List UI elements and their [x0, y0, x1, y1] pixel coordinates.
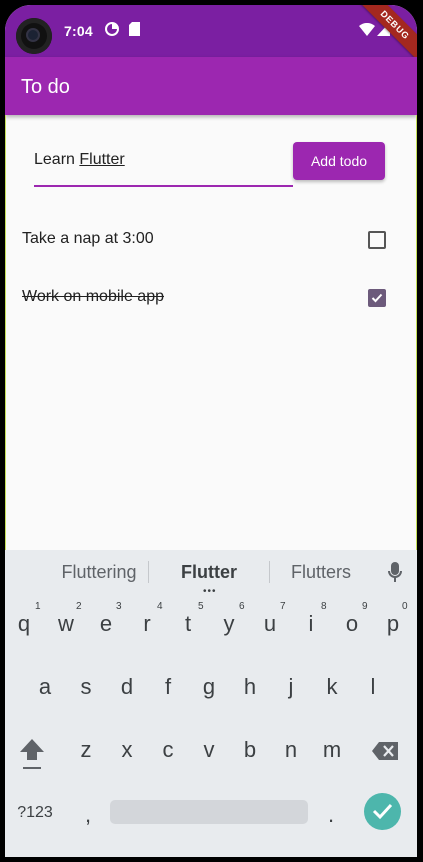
- key-hint: 0: [402, 601, 408, 612]
- suggestion-bar: Fluttering Flutter ••• Flutters: [5, 550, 417, 597]
- mic-icon[interactable]: [388, 562, 402, 589]
- space-key[interactable]: [110, 800, 308, 824]
- add-todo-button[interactable]: Add todo: [293, 142, 385, 180]
- key-p[interactable]: p: [381, 611, 405, 637]
- todo-item[interactable]: Work on mobile app: [6, 271, 417, 327]
- key-q[interactable]: q: [12, 611, 36, 637]
- key-d[interactable]: d: [115, 674, 139, 700]
- key-x[interactable]: x: [115, 737, 139, 763]
- soft-keyboard: Fluttering Flutter ••• Flutters q 1 w 2 …: [5, 550, 417, 857]
- key-hint: 7: [280, 601, 286, 612]
- suggestion-item[interactable]: Flutters: [281, 562, 361, 583]
- shift-icon[interactable]: [19, 738, 45, 777]
- screen: 7:04 DEBUG To do Learn Flutter Add todo …: [5, 5, 417, 857]
- key-e[interactable]: e: [94, 611, 118, 637]
- key-j[interactable]: j: [279, 674, 303, 700]
- todo-item-label: Take a nap at 3:00: [22, 230, 154, 247]
- key-r[interactable]: r: [135, 611, 159, 637]
- key-k[interactable]: k: [320, 674, 344, 700]
- todo-checkbox-checked[interactable]: [368, 289, 386, 307]
- key-hint: 9: [362, 601, 368, 612]
- key-hint: 1: [35, 601, 41, 612]
- key-a[interactable]: a: [33, 674, 57, 700]
- data-saver-icon: [105, 22, 119, 41]
- suggestion-item-primary[interactable]: Flutter: [169, 562, 249, 583]
- key-t[interactable]: t: [176, 611, 200, 637]
- key-f[interactable]: f: [156, 674, 180, 700]
- todo-input-composing-word: Flutter: [79, 151, 125, 168]
- key-hint: 4: [157, 601, 163, 612]
- suggestion-more-dots: •••: [203, 586, 217, 597]
- todo-input-value: Learn Flutter: [34, 151, 125, 169]
- app-bar: To do: [5, 57, 417, 115]
- enter-check-icon: [372, 803, 393, 820]
- suggestion-item[interactable]: Fluttering: [54, 562, 144, 583]
- period-key[interactable]: .: [321, 802, 341, 828]
- key-v[interactable]: v: [197, 737, 221, 763]
- suggestion-divider: [148, 561, 149, 583]
- camera-cutout: [16, 18, 52, 54]
- wifi-icon: [359, 22, 375, 41]
- key-y[interactable]: y: [217, 611, 241, 637]
- key-w[interactable]: w: [54, 611, 78, 637]
- key-c[interactable]: c: [156, 737, 180, 763]
- key-hint: 8: [321, 601, 327, 612]
- device: 7:04 DEBUG To do Learn Flutter Add todo …: [0, 0, 423, 862]
- app-bar-title: To do: [21, 76, 70, 98]
- todo-input-prefix: Learn: [34, 151, 80, 168]
- suggestion-divider: [269, 561, 270, 583]
- key-hint: 3: [116, 601, 122, 612]
- status-time: 7:04: [64, 23, 93, 39]
- todo-item[interactable]: Take a nap at 3:00: [6, 213, 417, 269]
- key-hint: 2: [76, 601, 82, 612]
- symbols-key[interactable]: ?123: [15, 804, 55, 822]
- todo-item-label: Work on mobile app: [22, 288, 164, 305]
- key-b[interactable]: b: [238, 737, 262, 763]
- key-hint: 5: [198, 601, 204, 612]
- key-g[interactable]: g: [197, 674, 221, 700]
- key-o[interactable]: o: [340, 611, 364, 637]
- key-u[interactable]: u: [258, 611, 282, 637]
- enter-key[interactable]: [364, 793, 401, 830]
- sd-card-icon: [129, 22, 140, 41]
- key-z[interactable]: z: [74, 737, 98, 763]
- todo-content: Learn Flutter Add todo Take a nap at 3:0…: [5, 115, 417, 550]
- todo-input[interactable]: Learn Flutter: [34, 147, 293, 187]
- key-l[interactable]: l: [361, 674, 385, 700]
- key-s[interactable]: s: [74, 674, 98, 700]
- key-h[interactable]: h: [238, 674, 262, 700]
- key-hint: 6: [239, 601, 245, 612]
- key-n[interactable]: n: [279, 737, 303, 763]
- key-i[interactable]: i: [299, 611, 323, 637]
- backspace-icon[interactable]: [372, 742, 398, 765]
- status-bar: 7:04 DEBUG: [5, 5, 417, 64]
- todo-checkbox-unchecked[interactable]: [368, 231, 386, 249]
- comma-key[interactable]: ,: [78, 802, 98, 828]
- key-m[interactable]: m: [318, 737, 346, 763]
